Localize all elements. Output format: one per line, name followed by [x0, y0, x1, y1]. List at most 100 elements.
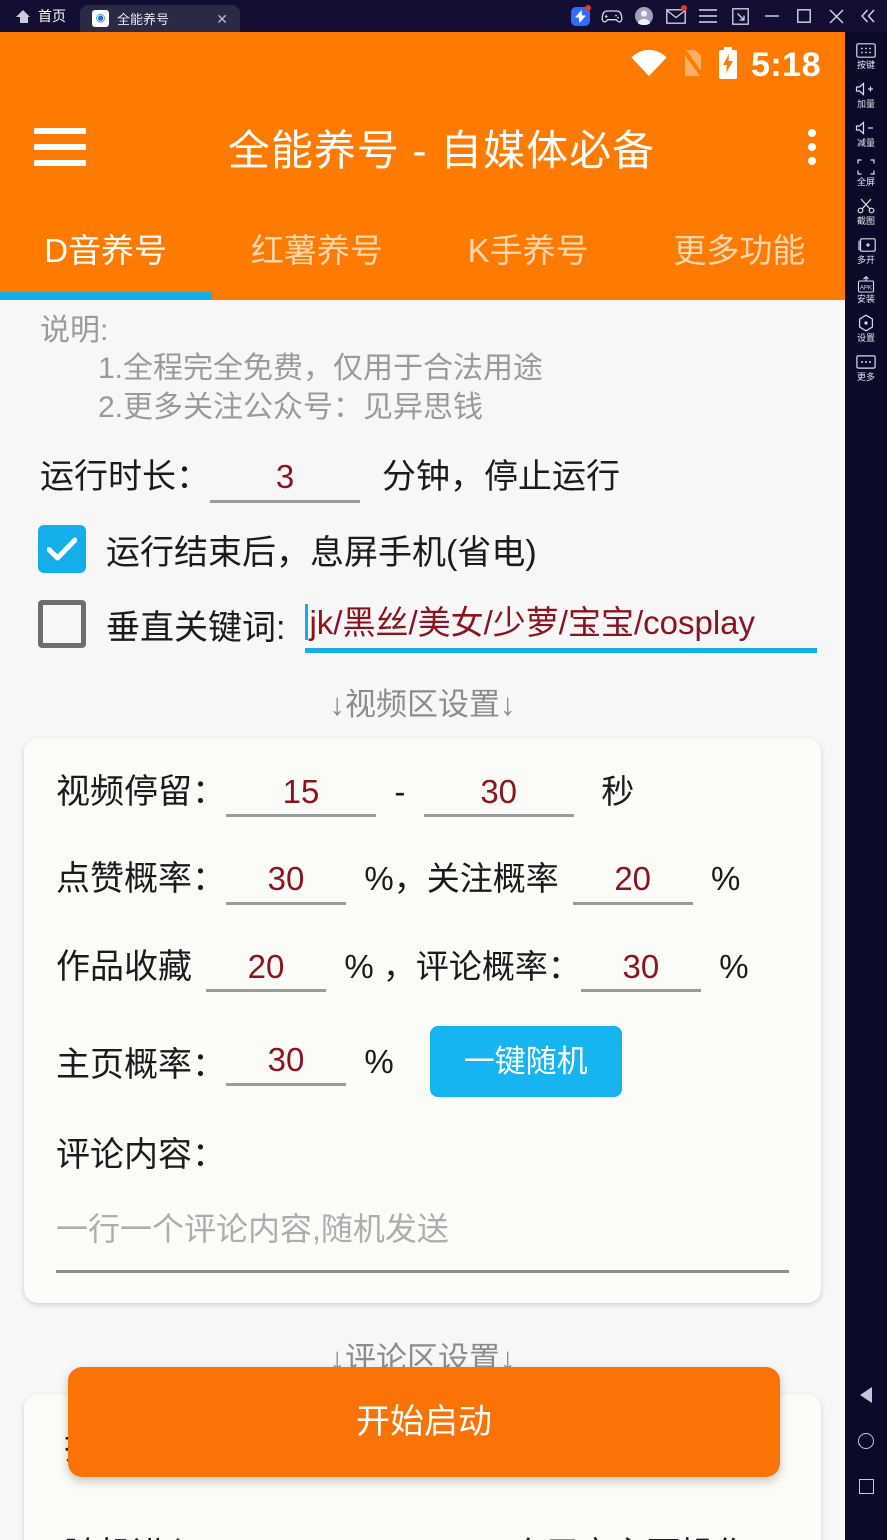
home-nav-icon[interactable] — [858, 1433, 874, 1449]
mail-icon[interactable] — [661, 0, 691, 32]
settings-icon — [857, 313, 875, 333]
more-icon — [856, 352, 876, 372]
tab-active-indicator — [0, 292, 212, 300]
overflow-menu-icon[interactable] — [807, 129, 817, 165]
profile-rate-label: 主页概率： — [56, 1046, 226, 1085]
follow-rate-label: 关注概率 — [426, 860, 559, 898]
video-stay-dash: - — [394, 772, 406, 810]
tab-hongshu[interactable]: 红薯养号 — [211, 224, 422, 272]
sidebar-item-multi-instance[interactable]: 多开 — [845, 235, 887, 265]
random-enter-dash: - — [357, 1536, 368, 1540]
random-enter-max-input[interactable]: 5 — [387, 1533, 492, 1540]
tab-close-icon[interactable]: ✕ — [214, 12, 230, 26]
sidebar-item-more[interactable]: 更多 — [845, 352, 887, 382]
menu-icon[interactable] — [693, 0, 723, 32]
runtime-minutes-input[interactable]: 3 — [210, 455, 360, 503]
wifi-icon — [630, 49, 668, 82]
description-line-1: 1.全程完全免费，仅用于合法用途 — [98, 352, 544, 386]
sidebar-item-keyboard[interactable]: 按键 — [845, 40, 887, 70]
android-screen: 5:18 全能养号 - 自媒体必备 D音养号 红薯养号 K手养号 更多功能 说明… — [0, 32, 845, 1540]
keyword-checkbox[interactable] — [38, 600, 86, 649]
android-statusbar: 5:18 — [0, 32, 845, 98]
collect-rate-unit: % — [344, 947, 374, 985]
status-time: 5:18 — [750, 45, 821, 84]
video-stay-max-input[interactable]: 30 — [423, 770, 574, 818]
sleep-checkbox-label: 运行结束后，息屏手机(省电) — [106, 533, 537, 572]
runtime-label: 运行时长： — [40, 458, 210, 497]
video-section-title: ↓视频区设置↓ — [329, 686, 516, 722]
video-stay-row: 视频停留： 15 - 30 秒 — [24, 764, 821, 818]
emulator-titlebar: 首页 ◉ 全能养号 ✕ — [0, 0, 887, 32]
emulator-window: 首页 ◉ 全能养号 ✕ 5:18 全能养号 - 自媒体必备 D音养号 红薯养号 … — [0, 0, 887, 1540]
emulator-sidebar: 按键 加量 减量 全屏 截图 多开 APK 安装 设置 更多 — [845, 32, 887, 1540]
comment-content-textarea[interactable]: 一行一个评论内容,随机发送 — [56, 1192, 789, 1274]
video-stay-min-input[interactable]: 15 — [226, 770, 376, 818]
random-enter-label: 随机进入： — [64, 1527, 234, 1540]
tab-dyin[interactable]: D音养号 — [0, 224, 211, 272]
follow-rate-unit: % — [711, 860, 741, 898]
fullscreen-icon — [857, 157, 875, 177]
one-key-random-button[interactable]: 一键随机 — [429, 1026, 622, 1098]
volume-up-icon — [855, 79, 877, 99]
collect-rate-sep: ， — [382, 947, 416, 985]
runtime-row: 运行时长： 3 分钟，停止运行 — [0, 449, 845, 503]
keyword-label: 垂直关键词: — [106, 608, 286, 647]
sidebar-item-volume-down[interactable]: 减量 — [845, 118, 887, 148]
maximize-icon[interactable] — [789, 0, 819, 32]
sidebar-label-fullscreen: 全屏 — [856, 177, 875, 187]
svg-text:APK: APK — [860, 285, 872, 291]
browser-tab-quannengyanghao[interactable]: ◉ 全能养号 ✕ — [80, 5, 240, 32]
volume-down-icon — [855, 118, 877, 138]
random-enter-min-input[interactable]: 1 — [234, 1533, 339, 1540]
page-title: 全能养号 - 自媒体必备 — [227, 126, 656, 174]
like-rate-input[interactable]: 30 — [226, 857, 346, 905]
sleep-checkbox[interactable] — [38, 525, 86, 574]
text-caret — [305, 603, 309, 640]
video-stay-unit: 秒 — [601, 772, 635, 810]
video-stay-label: 视频停留： — [56, 772, 226, 811]
bolt-badge-dot — [585, 5, 591, 11]
comment-rate-input[interactable]: 30 — [580, 945, 701, 993]
close-icon[interactable] — [821, 0, 851, 32]
recents-icon[interactable] — [858, 1479, 874, 1494]
start-button[interactable]: 开始启动 — [68, 1367, 780, 1477]
bolt-icon[interactable] — [565, 0, 595, 32]
app-bar: 全能养号 - 自媒体必备 — [0, 98, 845, 196]
like-rate-label: 点赞概率： — [56, 860, 226, 899]
minimize-icon[interactable] — [757, 0, 787, 32]
tab-kuaishou[interactable]: K手养号 — [423, 224, 634, 272]
description-line-2: 2.更多关注公众号：见异思钱 — [98, 390, 484, 424]
keyword-input[interactable]: jk/黑丝/美女/少萝/宝宝/cosplay — [305, 596, 817, 653]
sidebar-item-settings[interactable]: 设置 — [845, 313, 887, 343]
collapse-icon[interactable] — [853, 0, 883, 32]
follow-rate-input[interactable]: 20 — [572, 857, 693, 905]
battery-charging-icon — [718, 46, 738, 84]
sidebar-nav-group — [858, 1387, 874, 1540]
sidebar-item-screenshot[interactable]: 截图 — [845, 196, 887, 226]
home-tab-button[interactable]: 首页 — [0, 0, 80, 32]
collect-rate-input[interactable]: 20 — [206, 945, 326, 993]
home-tab-label: 首页 — [38, 8, 66, 24]
popout-icon[interactable] — [725, 0, 755, 32]
gamepad-icon[interactable] — [597, 0, 627, 32]
sidebar-item-volume-up[interactable]: 加量 — [845, 79, 887, 109]
account-icon[interactable] — [629, 0, 659, 32]
sidebar-label-volume-up: 加量 — [856, 99, 875, 109]
keyword-row: 垂直关键词: jk/黑丝/美女/少萝/宝宝/cosplay — [0, 596, 845, 653]
mail-badge-dot — [681, 5, 687, 11]
sidebar-item-fullscreen[interactable]: 全屏 — [845, 157, 887, 187]
collect-rate-label: 作品收藏 — [56, 947, 192, 986]
back-icon[interactable] — [860, 1387, 872, 1403]
profile-rate-input[interactable]: 30 — [226, 1038, 346, 1086]
tab-more[interactable]: 更多功能 — [634, 224, 845, 272]
home-icon — [16, 9, 31, 24]
tab-label: 全能养号 — [117, 12, 170, 27]
sidebar-item-apk-install[interactable]: APK 安装 — [845, 274, 887, 304]
sidebar-label-screenshot: 截图 — [856, 216, 875, 226]
sidebar-label-more: 更多 — [856, 372, 875, 382]
hamburger-icon[interactable] — [34, 128, 86, 166]
like-rate-row: 点赞概率： 30 %， 关注概率 20 % — [24, 851, 821, 905]
comment-rate-label: 评论概率： — [415, 947, 581, 985]
profile-rate-unit: % — [364, 1042, 394, 1080]
description-heading: 说明: — [40, 314, 109, 347]
